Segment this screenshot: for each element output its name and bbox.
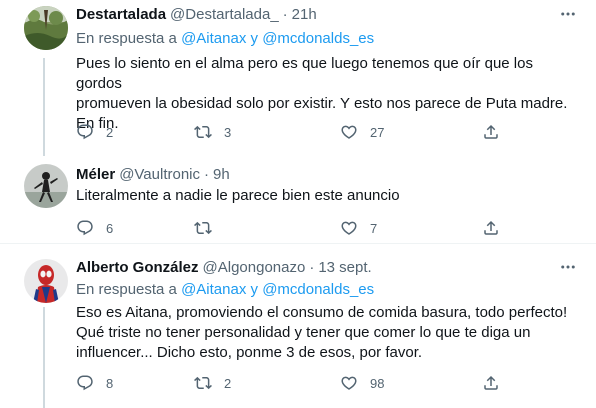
user-handle[interactable]: @Destartalada_	[170, 6, 279, 23]
display-name[interactable]: Destartalada	[76, 6, 166, 23]
tweet-text: Eso es Aitana, promoviendo el consumo de…	[76, 303, 581, 363]
figure-avatar-photo	[24, 164, 68, 208]
text-line: Eso es Aitana, promoviendo el consumo de…	[76, 304, 568, 321]
tweet-header: Alberto González @Algongonazo · 13 sept.	[76, 257, 372, 277]
retweet-count: 2	[224, 375, 232, 391]
separator: ·	[282, 5, 288, 23]
avatar[interactable]	[24, 164, 68, 208]
reply-count: 8	[106, 375, 114, 391]
mention-link[interactable]: @mcdonalds_es	[262, 281, 374, 298]
reply-icon	[77, 375, 93, 391]
spiderman-avatar-photo	[24, 259, 68, 303]
text-line: Pues lo siento en el alma pero es que lu…	[76, 55, 533, 92]
reply-count: 2	[106, 124, 114, 140]
reply-button[interactable]: 8	[76, 373, 113, 393]
timestamp[interactable]: 13 sept.	[318, 259, 371, 276]
reply-button[interactable]: 2	[76, 122, 113, 142]
mention-link[interactable]: @Aitanax	[181, 281, 246, 298]
more-icon	[561, 265, 575, 269]
tweet-header: Destartalada @Destartalada_ · 21h	[76, 4, 317, 24]
action-bar: 2 3 27	[70, 122, 510, 142]
more-options-button[interactable]	[558, 257, 578, 277]
retweet-button[interactable]	[194, 218, 224, 238]
like-button[interactable]: 27	[340, 122, 384, 142]
share-button[interactable]	[482, 218, 500, 238]
reply-joiner: y	[250, 281, 259, 298]
tweet-header: Méler @Vaultronic · 9h	[76, 164, 230, 184]
share-icon	[484, 375, 498, 390]
like-button[interactable]: 7	[340, 218, 377, 238]
avatar[interactable]	[24, 6, 68, 50]
share-icon	[484, 220, 498, 235]
tweet-meler[interactable]: Méler @Vaultronic · 9h Literalmente a na…	[0, 156, 596, 244]
mention-link[interactable]: @mcdonalds_es	[262, 30, 374, 47]
reply-prefix: En respuesta a	[76, 281, 177, 298]
timestamp[interactable]: 9h	[213, 166, 230, 183]
like-count: 98	[370, 375, 385, 391]
more-options-button[interactable]	[558, 4, 578, 24]
tweet-text: Literalmente a nadie le parece bien este…	[76, 186, 581, 206]
retweet-button[interactable]: 3	[194, 122, 231, 142]
mention-link[interactable]: @Aitanax	[181, 30, 246, 47]
replying-to: En respuesta a @Aitanax y @mcdonalds_es	[76, 281, 374, 298]
like-button[interactable]: 98	[340, 373, 384, 393]
like-count: 27	[370, 124, 385, 140]
like-icon	[341, 221, 357, 235]
reply-prefix: En respuesta a	[76, 30, 177, 47]
separator: ·	[309, 258, 315, 276]
timestamp[interactable]: 21h	[292, 6, 317, 23]
reply-icon	[77, 124, 93, 140]
share-icon	[484, 124, 498, 139]
retweet-count: 3	[224, 124, 232, 140]
thread-line	[43, 307, 45, 408]
share-button[interactable]	[482, 373, 500, 393]
retweet-icon	[194, 221, 212, 235]
like-count: 7	[370, 220, 378, 236]
action-bar: 6 7	[70, 218, 510, 238]
reply-button[interactable]: 6	[76, 218, 113, 238]
user-handle[interactable]: @Algongonazo	[203, 259, 306, 276]
replying-to: En respuesta a @Aitanax y @mcdonalds_es	[76, 30, 374, 47]
action-bar: 8 2 98	[70, 373, 510, 393]
separator: ·	[204, 165, 210, 183]
retweet-icon	[194, 125, 212, 139]
display-name[interactable]: Alberto González	[76, 259, 199, 276]
tweet-destartalada[interactable]: Destartalada @Destartalada_ · 21h En res…	[0, 0, 596, 156]
like-icon	[341, 125, 357, 139]
text-line: promueven la obesidad solo por existir. …	[76, 95, 568, 112]
avatar[interactable]	[24, 259, 68, 303]
text-line: Literalmente a nadie le parece bien este…	[76, 187, 400, 204]
text-line: Qué triste no tener personalidad y tener…	[76, 324, 531, 341]
tweet-alberto[interactable]: Alberto González @Algongonazo · 13 sept.…	[0, 245, 596, 408]
reply-joiner: y	[250, 30, 259, 47]
more-icon	[561, 12, 575, 16]
retweet-icon	[194, 376, 212, 390]
user-handle[interactable]: @Vaultronic	[119, 166, 200, 183]
retweet-button[interactable]: 2	[194, 373, 231, 393]
share-button[interactable]	[482, 122, 500, 142]
thread-line	[43, 58, 45, 156]
reply-icon	[77, 220, 93, 236]
display-name[interactable]: Méler	[76, 166, 115, 183]
landscape-avatar-photo	[24, 6, 68, 50]
like-icon	[341, 376, 357, 390]
reply-count: 6	[106, 220, 114, 236]
text-line: influencer... Dicho esto, ponme 3 de eso…	[76, 344, 423, 361]
